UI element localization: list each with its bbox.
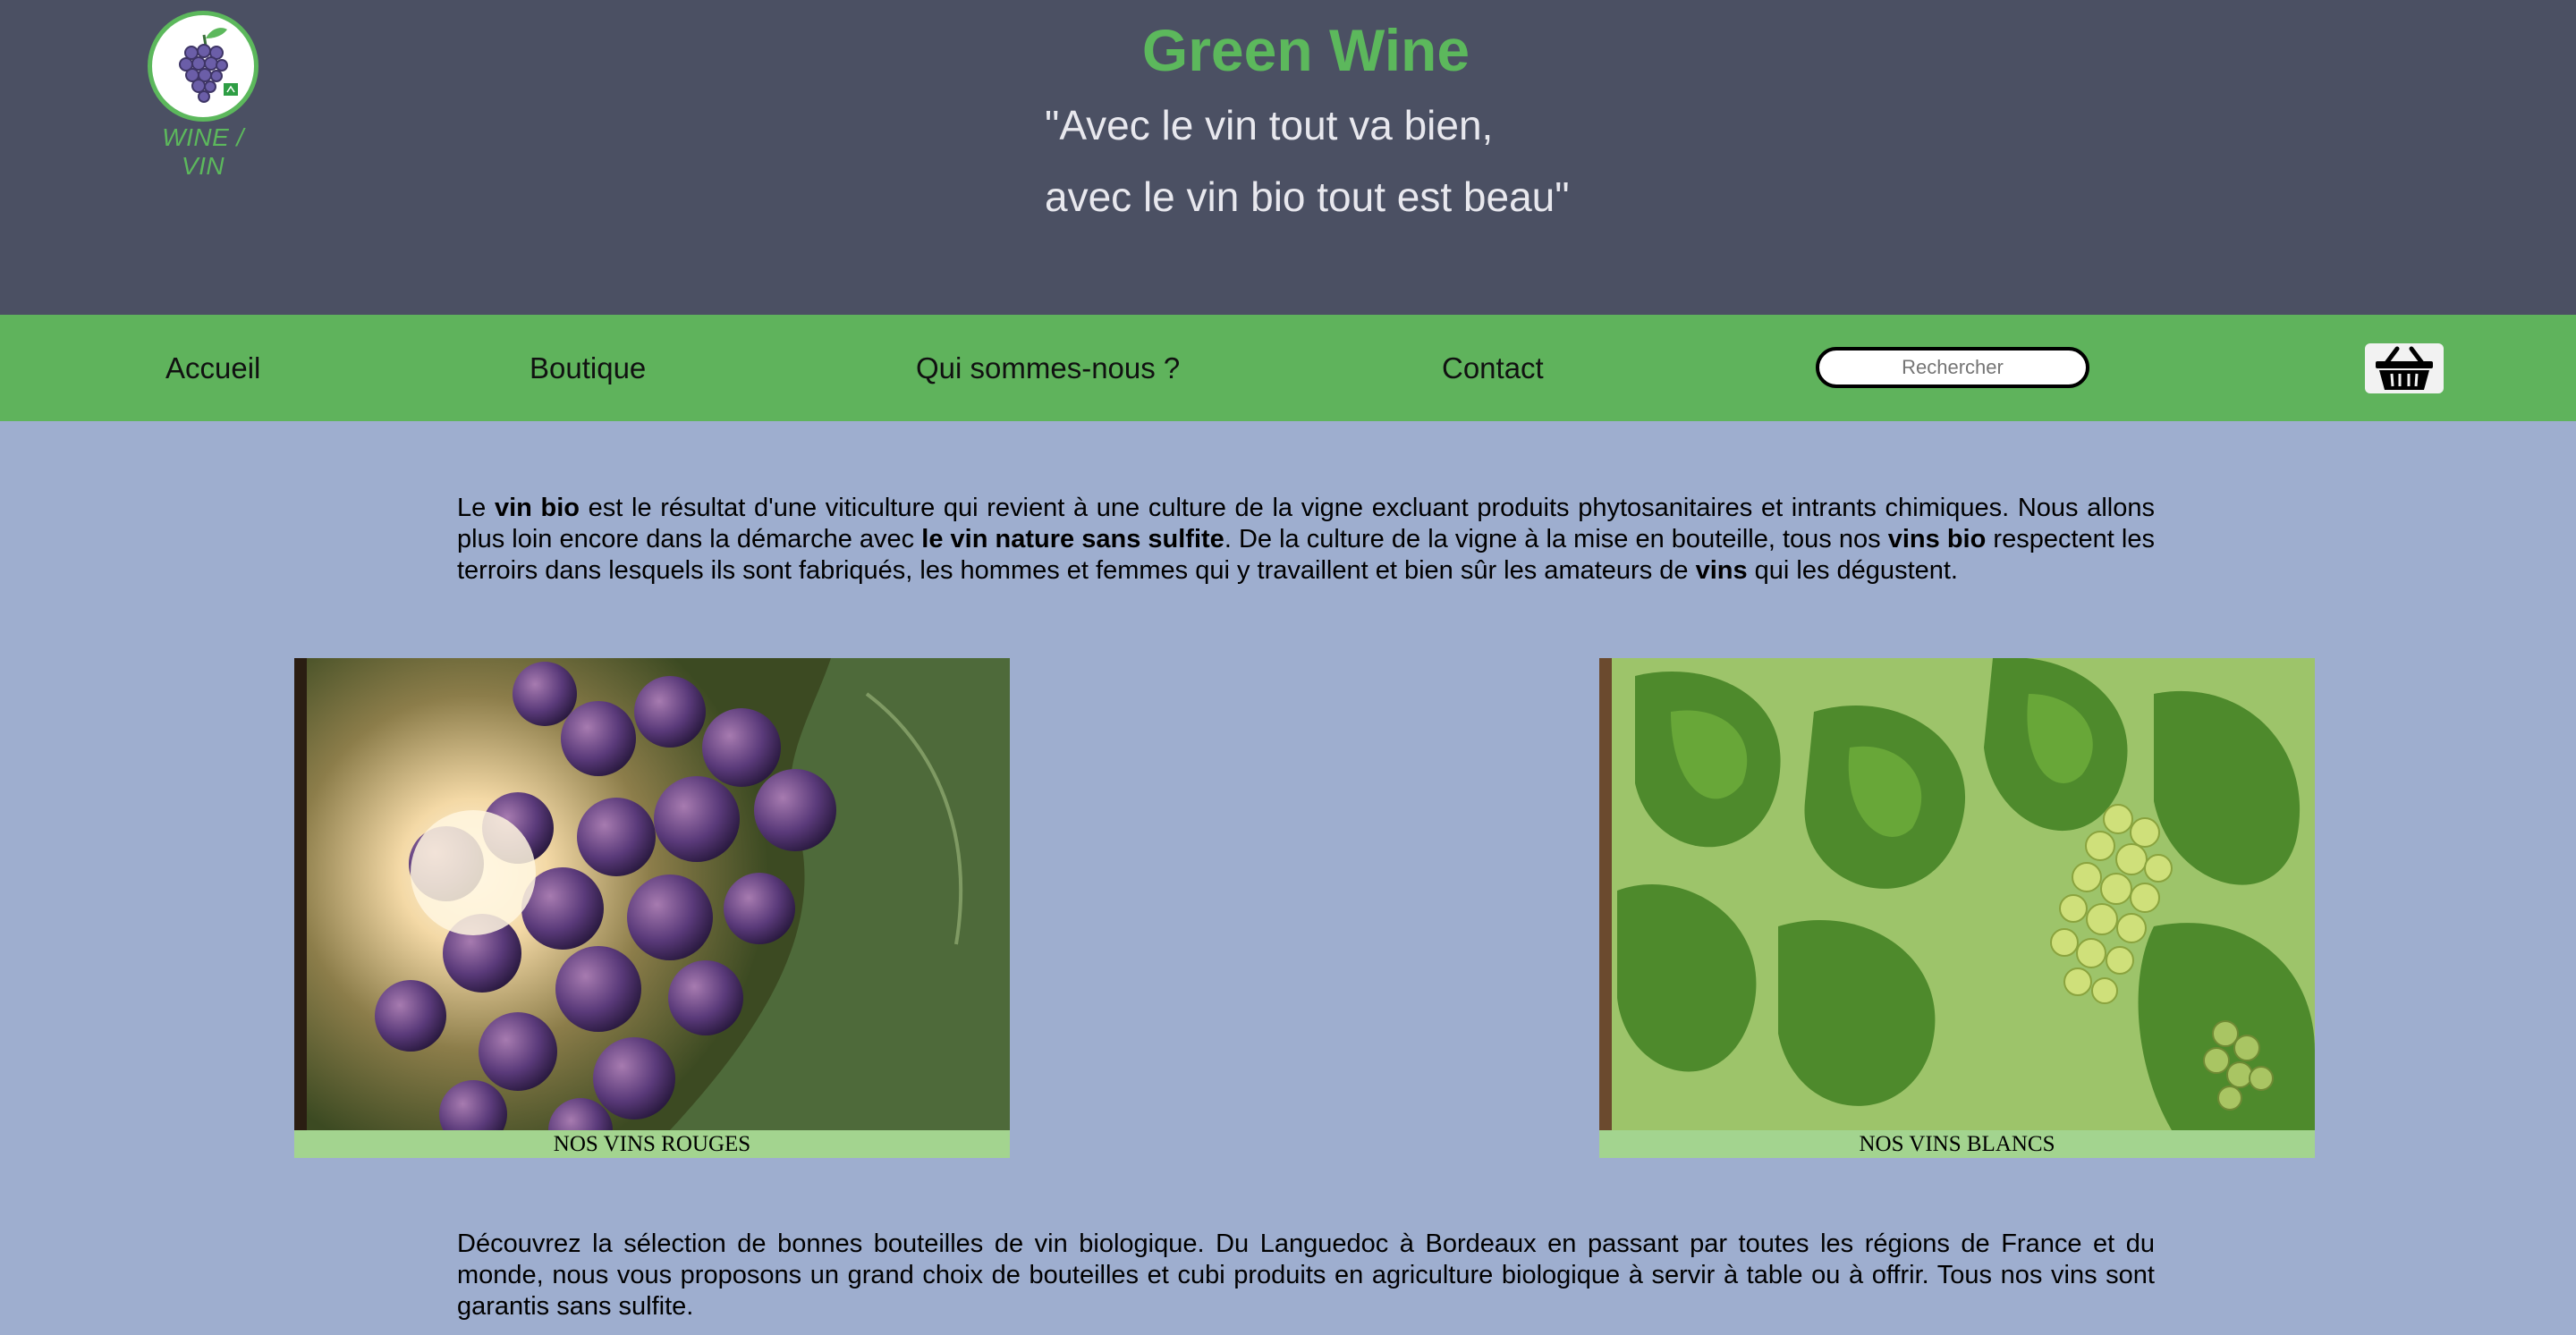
- nav-item-boutique[interactable]: Boutique: [530, 315, 646, 421]
- nav-item-contact[interactable]: Contact: [1442, 315, 1544, 421]
- white-grapes-image: [1599, 658, 2315, 1130]
- intro-text: qui les dégustent.: [1747, 556, 1958, 585]
- card-red-wines[interactable]: NOS VINS ROUGES: [294, 658, 1010, 1158]
- card-label: NOS VINS BLANCS: [1599, 1130, 2315, 1158]
- slogan-line-2: avec le vin bio tout est beau": [1045, 173, 1570, 220]
- nav-item-qui-sommes-nous[interactable]: Qui sommes-nous ?: [916, 315, 1180, 421]
- red-grapes-image: [294, 658, 1010, 1130]
- intro-text: . De la culture de la vigne à la mise en…: [1224, 525, 1888, 553]
- slogan: "Avec le vin tout va bien, avec le vin b…: [1045, 89, 1570, 232]
- nav-item-accueil[interactable]: Accueil: [165, 315, 260, 421]
- intro-bold: le vin nature sans sulfite: [921, 525, 1224, 553]
- basket-icon: [2376, 346, 2433, 390]
- site-title: Green Wine: [1141, 17, 1470, 83]
- cart-button[interactable]: [2365, 343, 2444, 393]
- site-header: WINE / VIN Green Wine "Avec le vin tout …: [0, 0, 2576, 315]
- intro-paragraph: Le vin bio est le résultat d'une viticul…: [457, 493, 2155, 587]
- intro-bold: vins bio: [1887, 525, 1987, 553]
- logo-caption: WINE / VIN: [162, 123, 244, 180]
- intro-bold: vin bio: [494, 494, 580, 522]
- grapes-logo-icon: [148, 11, 258, 122]
- intro-bold: vins: [1695, 556, 1748, 585]
- outro-paragraph: Découvrez la sélection de bonnes bouteil…: [457, 1229, 2155, 1321]
- card-white-wines[interactable]: NOS VINS BLANCS: [1599, 658, 2315, 1158]
- slogan-line-1: "Avec le vin tout va bien,: [1045, 102, 1494, 148]
- card-label: NOS VINS ROUGES: [294, 1130, 1010, 1158]
- logo[interactable]: WINE / VIN: [145, 11, 261, 181]
- main-nav: Accueil Boutique Qui sommes-nous ? Conta…: [0, 315, 2576, 421]
- intro-text: Le: [457, 494, 495, 522]
- search-input[interactable]: [1816, 347, 2089, 388]
